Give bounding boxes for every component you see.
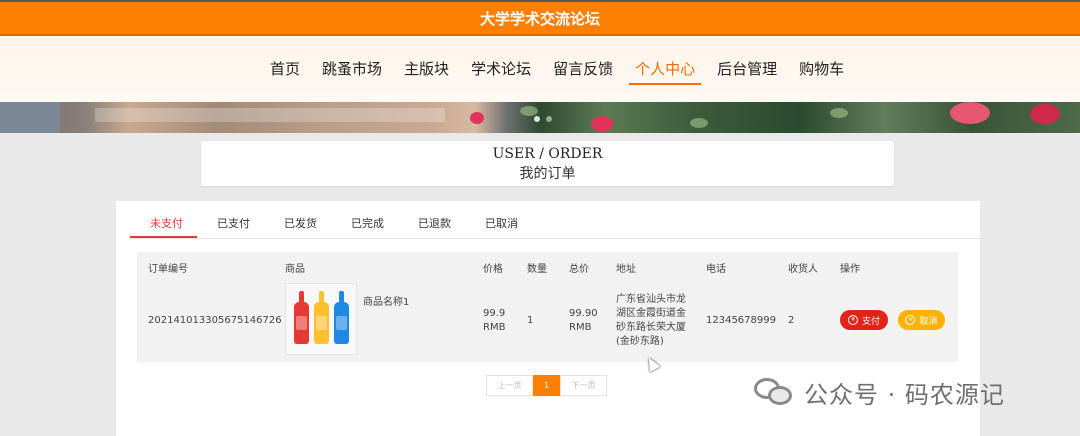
col-quantity: 数量 bbox=[527, 264, 547, 275]
col-actions: 操作 bbox=[840, 264, 860, 275]
watermark-text: 公众号 · 码农源记 bbox=[804, 380, 1005, 409]
prev-page-button[interactable]: 上一页 bbox=[486, 375, 533, 396]
wechat-icon bbox=[754, 376, 796, 408]
pagination: 上一页 1 下一页 bbox=[486, 375, 607, 397]
nav-item-main-board[interactable]: 主版块 bbox=[404, 58, 449, 85]
phone-value: 12345678999 bbox=[706, 315, 776, 326]
col-product: 商品 bbox=[285, 264, 305, 275]
col-phone: 电话 bbox=[706, 264, 726, 275]
price-value: 99.9 bbox=[483, 308, 506, 319]
product-image[interactable] bbox=[285, 283, 357, 355]
col-address: 地址 bbox=[616, 264, 636, 275]
price-unit: RMB bbox=[483, 322, 506, 333]
page-title-box: USER / ORDER 我的订单 bbox=[201, 141, 894, 186]
total-unit: RMB bbox=[569, 322, 592, 333]
tab-cancelled[interactable]: 已取消 bbox=[485, 215, 518, 231]
total-value: 99.90 bbox=[569, 308, 598, 319]
cancel-icon: × bbox=[905, 315, 916, 325]
tab-paid[interactable]: 已支付 bbox=[217, 215, 250, 231]
quantity-value: 1 bbox=[527, 315, 534, 326]
cancel-order-button[interactable]: × 取消 bbox=[898, 310, 945, 330]
main-nav-bar: 首页 跳蚤市场 主版块 学术论坛 留言反馈 个人中心 后台管理 购物车 bbox=[0, 36, 1080, 102]
site-header: 大学学术交流论坛 bbox=[0, 0, 1080, 36]
page-number-button[interactable]: 1 bbox=[533, 375, 560, 396]
pay-button[interactable]: ¥ 支付 bbox=[840, 310, 888, 330]
nav-item-flea-market[interactable]: 跳蚤市场 bbox=[322, 58, 382, 85]
tab-refunded[interactable]: 已退款 bbox=[418, 215, 451, 231]
product-name[interactable]: 商品名称1 bbox=[363, 293, 409, 308]
nav-item-admin[interactable]: 后台管理 bbox=[717, 58, 777, 85]
nav-item-feedback[interactable]: 留言反馈 bbox=[553, 58, 613, 85]
col-price: 价格 bbox=[483, 264, 503, 275]
order-number: 20214101330567514672​6 bbox=[148, 315, 282, 326]
site-title: 大学学术交流论坛 bbox=[479, 10, 600, 28]
order-status-tabs: 未支付 已支付 已发货 已完成 已退款 已取消 bbox=[130, 209, 980, 239]
nav-item-home[interactable]: 首页 bbox=[270, 58, 300, 85]
orders-table: 订单编号 商品 价格 数量 总价 地址 电话 收货人 操作 2021410133… bbox=[137, 252, 958, 362]
active-tab-indicator bbox=[130, 236, 197, 238]
address-value: 广东省汕头市龙湖区金霞街道金砂东路长荣大厦(金砂东路) bbox=[616, 294, 686, 347]
page-title-cn: 我的订单 bbox=[519, 166, 576, 182]
col-total: 总价 bbox=[569, 264, 589, 275]
watermark: 公众号 · 码农源记 bbox=[754, 374, 1005, 410]
tab-completed[interactable]: 已完成 bbox=[351, 215, 384, 231]
tab-unpaid[interactable]: 未支付 bbox=[150, 215, 183, 231]
page-title-en: USER / ORDER bbox=[492, 146, 603, 162]
next-page-button[interactable]: 下一页 bbox=[560, 375, 607, 396]
nav-item-academic-forum[interactable]: 学术论坛 bbox=[471, 58, 531, 85]
cancel-button-label: 取消 bbox=[919, 316, 938, 327]
main-nav: 首页 跳蚤市场 主版块 学术论坛 留言反馈 个人中心 后台管理 购物车 bbox=[270, 58, 866, 85]
col-order-no: 订单编号 bbox=[148, 264, 188, 275]
tab-shipped[interactable]: 已发货 bbox=[284, 215, 317, 231]
banner-image bbox=[0, 102, 1080, 133]
nav-item-personal-center[interactable]: 个人中心 bbox=[629, 58, 702, 85]
col-receiver: 收货人 bbox=[788, 264, 818, 275]
receiver-value: 2 bbox=[788, 315, 795, 326]
nav-item-cart[interactable]: 购物车 bbox=[799, 58, 844, 85]
yen-icon: ¥ bbox=[847, 315, 858, 325]
carousel-dot[interactable] bbox=[546, 116, 552, 122]
carousel-dot[interactable] bbox=[534, 116, 540, 122]
pay-button-label: 支付 bbox=[861, 316, 880, 327]
